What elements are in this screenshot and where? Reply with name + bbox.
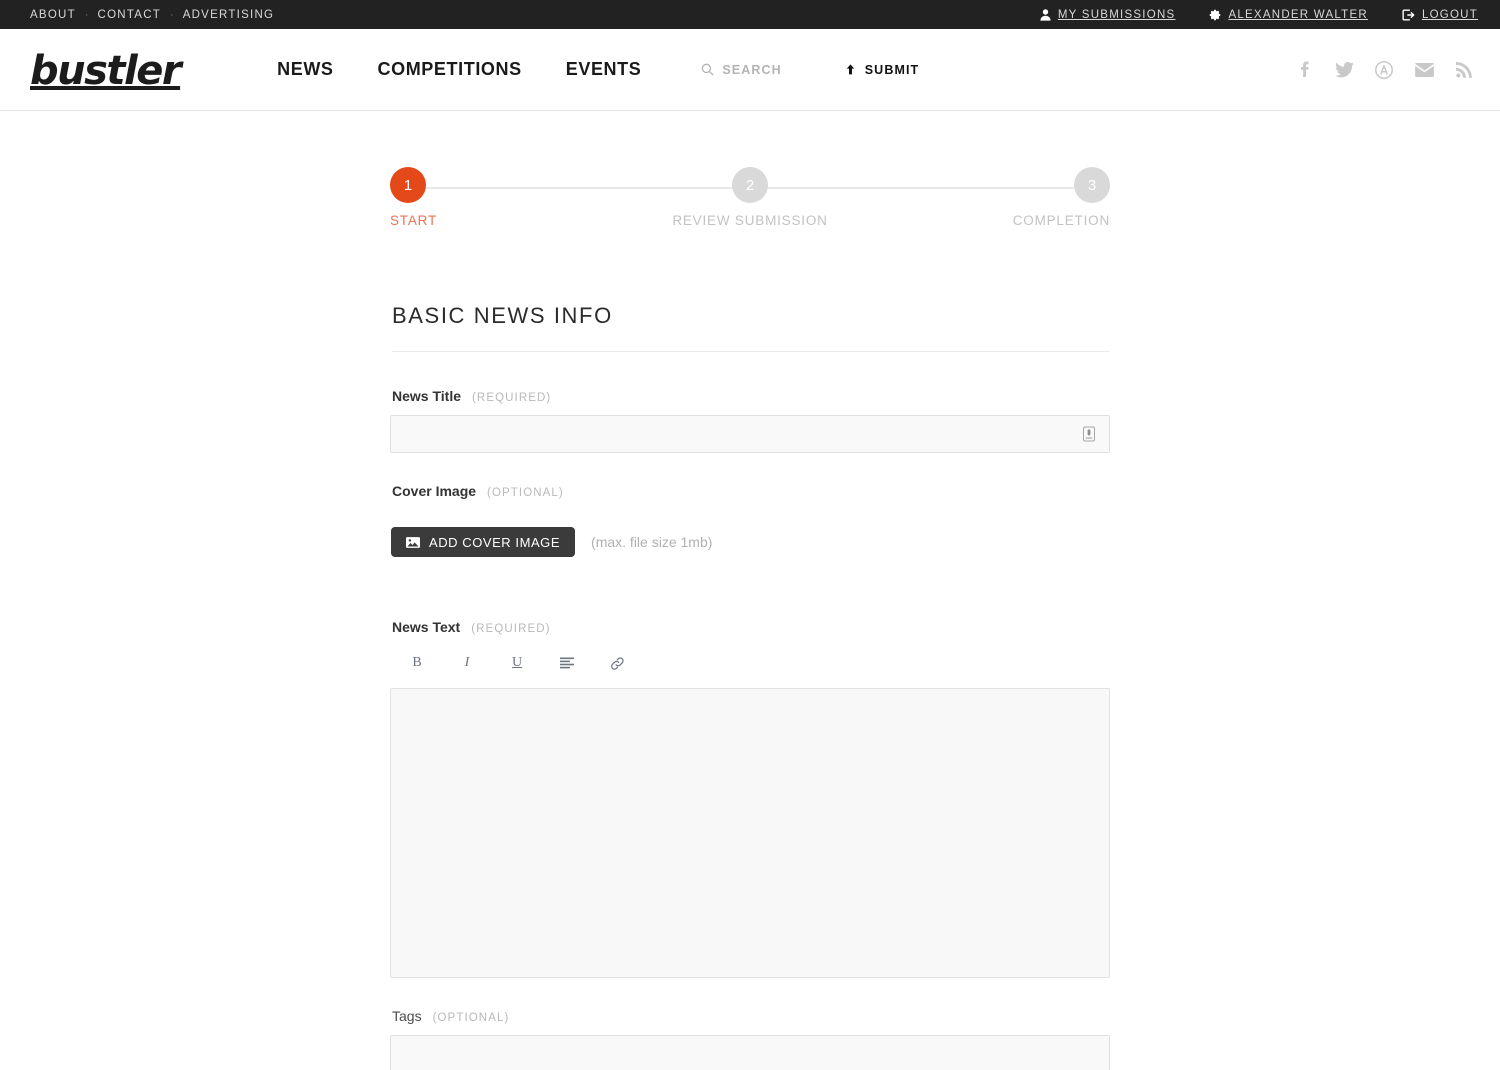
add-cover-image-button[interactable]: ADD COVER IMAGE — [391, 527, 576, 557]
stepper-number-3: 3 — [1074, 167, 1110, 203]
twitter-icon[interactable] — [1334, 59, 1354, 81]
section-title: BASIC NEWS INFO — [392, 303, 1110, 352]
email-icon[interactable] — [1414, 59, 1434, 81]
cover-image-field: Cover Image (OPTIONAL) ADD COVER IMAGE (… — [390, 483, 1110, 557]
logout-label: LOGOUT — [1421, 8, 1478, 21]
site-header: bustler NEWS COMPETITIONS EVENTS SEARCH … — [0, 29, 1500, 111]
cover-image-hint: (max. file size 1mb) — [591, 534, 713, 550]
upload-arrow-icon — [844, 63, 857, 76]
utility-link-contact[interactable]: CONTACT — [98, 9, 161, 21]
underline-button[interactable]: U — [492, 654, 542, 672]
submit-label: SUBMIT — [864, 62, 920, 77]
news-title-label-row: News Title (REQUIRED) — [392, 388, 1110, 404]
stepper-number-2: 2 — [732, 167, 768, 203]
utility-separator: · — [84, 8, 89, 21]
submit-button[interactable]: SUBMIT — [844, 63, 920, 77]
link-button[interactable] — [592, 656, 642, 671]
cover-image-label: Cover Image — [392, 483, 477, 499]
logout-icon — [1402, 9, 1415, 21]
my-submissions-link[interactable]: MY SUBMISSIONS — [1040, 9, 1176, 21]
main-navigation: NEWS COMPETITIONS EVENTS SEARCH SUBMIT — [277, 59, 919, 80]
search-label: SEARCH — [722, 62, 782, 77]
tags-label-row: Tags (OPTIONAL) — [392, 1008, 1110, 1024]
archinect-icon[interactable] — [1374, 59, 1394, 81]
stepper-label-review: REVIEW SUBMISSION — [672, 213, 828, 228]
search-icon — [701, 63, 714, 76]
news-title-requirement: (REQUIRED) — [472, 392, 552, 404]
my-submissions-label: MY SUBMISSIONS — [1057, 8, 1176, 21]
nav-item-events[interactable]: EVENTS — [566, 59, 642, 80]
stepper-label-start: START — [390, 213, 438, 228]
tags-requirement: (OPTIONAL) — [432, 1012, 510, 1024]
tags-field: Tags (OPTIONAL) — [390, 1008, 1110, 1070]
social-links — [1274, 59, 1474, 81]
editor-toolbar: B I U — [392, 646, 1110, 680]
logout-link[interactable]: LOGOUT — [1402, 9, 1478, 21]
nav-item-news[interactable]: NEWS — [277, 59, 333, 80]
gear-icon — [1209, 9, 1221, 21]
facebook-icon[interactable] — [1294, 59, 1314, 81]
tags-input[interactable] — [390, 1035, 1110, 1070]
bold-button[interactable]: B — [392, 654, 442, 672]
user-icon — [1040, 8, 1051, 21]
news-title-label: News Title — [392, 388, 461, 404]
news-text-field: News Text (REQUIRED) B I U — [390, 619, 1110, 978]
news-text-requirement: (REQUIRED) — [471, 623, 551, 635]
utility-links: ABOUT · CONTACT · ADVERTISING — [30, 9, 274, 21]
news-text-editor[interactable] — [390, 688, 1110, 978]
news-text-label-row: News Text (REQUIRED) — [392, 619, 1110, 635]
utility-separator: · — [170, 8, 174, 21]
cover-image-upload-row: ADD COVER IMAGE (max. file size 1mb) — [391, 527, 1110, 557]
add-cover-image-label: ADD COVER IMAGE — [429, 534, 561, 550]
account-name-link[interactable]: ALEXANDER WALTER — [1209, 9, 1368, 21]
account-links: MY SUBMISSIONS ALEXANDER WALTER LOGOUT — [1006, 9, 1478, 21]
italic-button[interactable]: I — [442, 654, 492, 672]
news-text-label: News Text — [392, 619, 461, 635]
stepper-number-1: 1 — [390, 167, 426, 203]
site-logo[interactable]: bustler — [30, 51, 182, 91]
nav-item-competitions[interactable]: COMPETITIONS — [378, 59, 522, 80]
input-grip-icon[interactable] — [1083, 426, 1095, 442]
tags-label: Tags — [392, 1008, 422, 1024]
news-title-input-wrapper[interactable] — [390, 415, 1110, 453]
image-icon — [406, 536, 420, 549]
utility-link-about[interactable]: ABOUT — [30, 9, 76, 21]
news-title-field: News Title (REQUIRED) — [390, 388, 1110, 453]
submission-page: 1 START 2 REVIEW SUBMISSION 3 COMPLETION… — [390, 111, 1110, 1070]
progress-stepper: 1 START 2 REVIEW SUBMISSION 3 COMPLETION — [390, 167, 1110, 247]
cover-image-requirement: (OPTIONAL) — [487, 487, 564, 499]
stepper-label-completion: COMPLETION — [1012, 213, 1110, 228]
list-button[interactable] — [542, 656, 592, 670]
cover-image-label-row: Cover Image (OPTIONAL) — [392, 483, 1110, 499]
utility-link-advertising[interactable]: ADVERTISING — [183, 9, 275, 21]
search-button[interactable]: SEARCH — [701, 63, 781, 77]
account-name-label: ALEXANDER WALTER — [1228, 8, 1368, 21]
utility-bar: ABOUT · CONTACT · ADVERTISING MY SUBMISS… — [0, 0, 1500, 29]
rss-icon[interactable] — [1454, 59, 1474, 81]
